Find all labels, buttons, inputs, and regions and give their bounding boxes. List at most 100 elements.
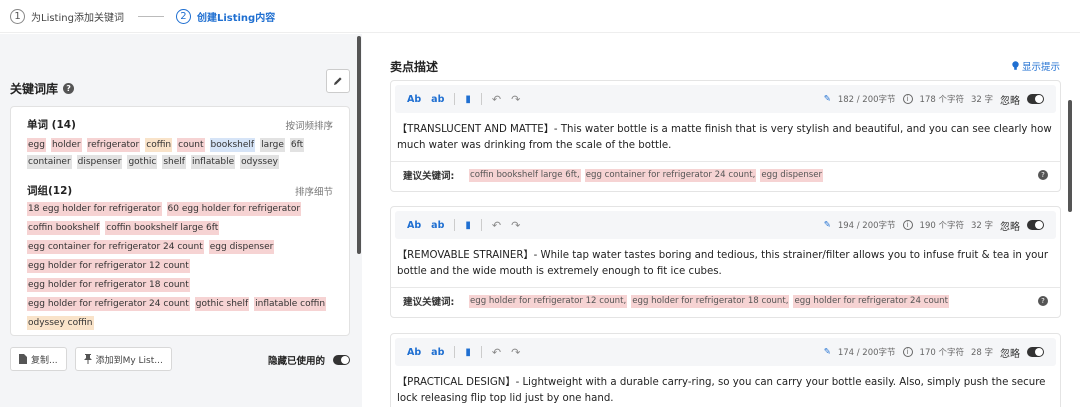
word-count: 32 字 — [970, 95, 993, 105]
undo-icon[interactable]: ↶ — [492, 93, 501, 106]
ignore-label: 忽略 — [1000, 95, 1020, 107]
toolbar-divider — [454, 346, 456, 358]
word-tag[interactable]: dispenser — [76, 155, 123, 169]
word-tag[interactable]: 6ft — [289, 138, 305, 152]
info-icon[interactable]: i — [902, 220, 913, 230]
ignore-label: 忽略 — [1000, 221, 1020, 233]
help-icon[interactable]: ? — [1038, 170, 1048, 180]
pin-icon — [83, 354, 92, 364]
phrase-tag[interactable]: coffin bookshelf — [27, 221, 101, 235]
toolbar-stats: ✎ 182 / 200字节 i 178 个字符 32 字忽略 — [824, 92, 1044, 107]
sort-by-frequency[interactable]: 按词频排序 — [285, 118, 333, 132]
lowercase-button[interactable]: ab — [431, 347, 444, 358]
toolbar-left: Ab ab ▮ ↶ ↷ — [407, 219, 520, 232]
word-tag[interactable]: shelf — [162, 155, 186, 169]
suggested-keyword-tags: coffin bookshelf large 6ft, egg container… — [469, 168, 824, 182]
suggested-keywords-row: 建议关键词: coffin bookshelf large 6ft, egg con… — [391, 161, 1060, 188]
lowercase-button[interactable]: ab — [431, 94, 444, 105]
ignore-toggle[interactable] — [1027, 220, 1044, 230]
info-icon[interactable]: i — [902, 94, 913, 104]
phrase-tag[interactable]: coffin bookshelf large 6ft — [105, 221, 220, 235]
step-label: 为Listing添加关键词 — [31, 12, 124, 24]
step-1[interactable]: 1 为Listing添加关键词 — [10, 8, 124, 24]
edit-button[interactable] — [326, 69, 350, 93]
phrase-tags: 18 egg holder for refrigerator 60 egg hol… — [27, 202, 333, 330]
phrase-tag[interactable]: 60 egg holder for refrigerator — [166, 202, 302, 216]
toolbar-stats: ✎ 174 / 200字节 i 170 个字符 28 字忽略 — [824, 345, 1044, 360]
suggested-keyword-tag[interactable]: coffin bookshelf large 6ft, — [469, 168, 581, 182]
selling-point-text[interactable]: 【PRACTICAL DESIGN】- Lightweight with a d… — [391, 366, 1060, 407]
words-count: 单词 (14) — [27, 119, 76, 131]
suggested-keyword-tag[interactable]: egg holder for refrigerator 24 count — [793, 294, 949, 308]
suggested-keywords-label: 建议关键词: — [403, 297, 455, 308]
redo-icon[interactable]: ↷ — [511, 346, 520, 359]
suggested-keyword-tag[interactable]: egg holder for refrigerator 12 count, — [469, 294, 628, 308]
phrase-tag[interactable]: egg holder for refrigerator 12 count — [27, 259, 190, 273]
word-tag[interactable]: holder — [50, 138, 82, 152]
right-scrollbar[interactable] — [1068, 100, 1072, 212]
pencil-icon: ✎ — [823, 220, 831, 230]
info-icon[interactable]: i — [902, 347, 913, 357]
left-scrollbar[interactable] — [357, 36, 361, 254]
phrase-tag[interactable]: 18 egg holder for refrigerator — [27, 202, 162, 216]
suggested-keyword-tag[interactable]: egg holder for refrigerator 18 count, — [631, 294, 790, 308]
step-number: 1 — [10, 8, 25, 24]
add-to-my-list-label: 添加到My List... — [95, 355, 163, 366]
capitalize-button[interactable]: Ab — [407, 220, 421, 231]
selling-point-card: Ab ab ▮ ↶ ↷ ✎ 174 / 200字节 i 170 个字符 28 字忽略 【PRACTI… — [390, 333, 1061, 407]
word-tag[interactable]: bookshelf — [209, 138, 256, 152]
word-tag[interactable]: gothic — [127, 155, 158, 169]
suggested-keywords-row: 建议关键词: egg holder for refrigerator 12 cou… — [391, 287, 1060, 314]
ignore-toggle[interactable] — [1027, 94, 1044, 104]
keyword-actions: 复制... 添加到My List... — [10, 347, 172, 371]
phrase-tag[interactable]: gothic shelf — [194, 297, 250, 311]
ignore-toggle[interactable] — [1027, 347, 1044, 357]
phrase-tag[interactable]: egg dispenser — [208, 240, 275, 254]
phrase-tag[interactable]: egg container for refrigerator 24 count — [27, 240, 204, 254]
copy-button[interactable]: 复制... — [10, 347, 67, 371]
document-icon[interactable]: ▮ — [465, 347, 471, 358]
byte-count: 174 / 200字节 — [837, 348, 896, 358]
toolbar-divider — [480, 93, 482, 105]
help-icon[interactable]: ? — [63, 83, 75, 94]
document-icon — [19, 354, 27, 364]
add-to-my-list-button[interactable]: 添加到My List... — [74, 347, 172, 371]
word-tag[interactable]: container — [27, 155, 72, 169]
word-tag[interactable]: count — [177, 138, 205, 152]
hide-used-toggle[interactable] — [333, 355, 351, 365]
word-tag[interactable]: refrigerator — [86, 138, 141, 152]
word-tag[interactable]: egg — [27, 138, 46, 152]
capitalize-button[interactable]: Ab — [407, 347, 421, 358]
word-tag[interactable]: inflatable — [190, 155, 236, 169]
capitalize-button[interactable]: Ab — [407, 94, 421, 105]
word-tags: egg holder refrigerator coffin count bookshel… — [27, 138, 333, 169]
phrase-tag[interactable]: odyssey coffin — [27, 316, 94, 330]
toolbar-left: Ab ab ▮ ↶ ↷ — [407, 93, 520, 106]
lowercase-button[interactable]: ab — [431, 220, 444, 231]
show-tips-link[interactable]: 显示提示 — [1012, 59, 1060, 73]
phrase-tag[interactable]: egg holder for refrigerator 24 count — [27, 297, 190, 311]
selling-point-text[interactable]: 【REMOVABLE STRAINER】- While tap water ta… — [391, 239, 1060, 287]
stepper: 1 为Listing添加关键词 2 创建Listing内容 — [0, 0, 1080, 33]
word-tag[interactable]: large — [260, 138, 285, 152]
suggested-keyword-tag[interactable]: egg dispenser — [760, 168, 824, 182]
help-icon[interactable]: ? — [1038, 296, 1048, 306]
ignore-label: 忽略 — [1000, 348, 1020, 360]
document-icon[interactable]: ▮ — [465, 220, 471, 231]
sort-details[interactable]: 排序细节 — [295, 184, 333, 198]
phrases-header: 词组(12) 排序细节 — [27, 183, 333, 198]
step-2[interactable]: 2 创建Listing内容 — [175, 8, 275, 24]
redo-icon[interactable]: ↷ — [511, 93, 520, 106]
undo-icon[interactable]: ↶ — [492, 346, 501, 359]
toolbar-divider — [480, 346, 482, 358]
phrase-tag[interactable]: egg holder for refrigerator 18 count — [27, 278, 190, 292]
redo-icon[interactable]: ↷ — [511, 219, 520, 232]
word-tag[interactable]: odyssey — [240, 155, 279, 169]
document-icon[interactable]: ▮ — [465, 94, 471, 105]
selling-point-text[interactable]: 【TRANSLUCENT AND MATTE】- This water bott… — [391, 113, 1060, 161]
selling-points-title: 卖点描述 — [390, 60, 439, 74]
word-tag[interactable]: coffin — [145, 138, 173, 152]
suggested-keyword-tag[interactable]: egg container for refrigerator 24 count, — [584, 168, 757, 182]
undo-icon[interactable]: ↶ — [492, 219, 501, 232]
phrase-tag[interactable]: inflatable coffin — [254, 297, 327, 311]
